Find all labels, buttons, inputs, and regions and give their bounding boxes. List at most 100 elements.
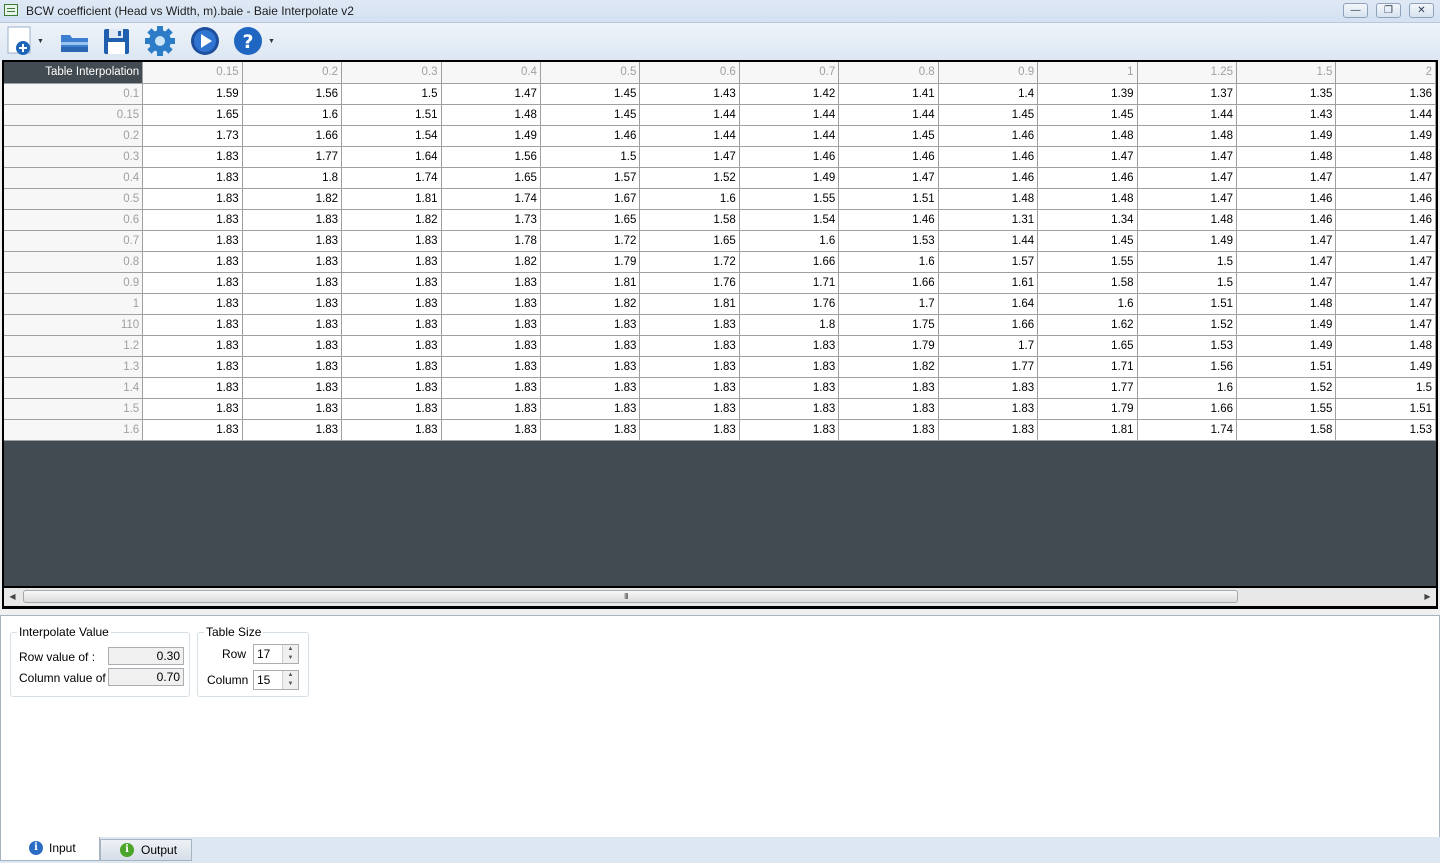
table-cell[interactable]: 1.81 (540, 272, 641, 294)
table-cell[interactable]: 1.62 (1037, 314, 1138, 336)
table-cell[interactable]: 1.49 (441, 125, 541, 147)
table-cell[interactable]: 1.6 (242, 104, 343, 126)
table-cell[interactable]: 1.5 (1137, 272, 1238, 294)
settings-button[interactable] (144, 25, 178, 57)
table-cell[interactable]: 1.83 (142, 398, 243, 420)
table-cell[interactable]: 1.6 (838, 251, 939, 273)
table-cell[interactable]: 1.45 (540, 104, 641, 126)
table-cell[interactable]: 1.77 (1037, 377, 1138, 399)
table-cell[interactable]: 1.83 (242, 398, 343, 420)
table-cell[interactable]: 1.45 (1037, 230, 1138, 252)
table-cell[interactable]: 1.72 (639, 251, 740, 273)
table-cell[interactable]: 1.74 (1137, 419, 1238, 441)
table-cell[interactable]: 1.83 (639, 419, 740, 441)
help-button[interactable]: ? ▼ (232, 25, 275, 57)
table-cell[interactable]: 1.83 (739, 377, 840, 399)
table-cell[interactable]: 1.77 (938, 356, 1039, 378)
row-header[interactable]: 0.15 (4, 104, 144, 126)
table-cell[interactable]: 1.43 (1236, 104, 1337, 126)
table-cell[interactable]: 1.66 (739, 251, 840, 273)
row-value-field[interactable]: 0.30 (108, 647, 184, 665)
table-cell[interactable]: 1.59 (142, 83, 243, 105)
table-cell[interactable]: 1.5 (540, 146, 641, 168)
table-cell[interactable]: 1.79 (838, 335, 939, 357)
table-cell[interactable]: 1.76 (739, 293, 840, 315)
row-header[interactable]: 1.6 (4, 419, 144, 441)
table-cell[interactable]: 1.81 (639, 293, 740, 315)
table-cell[interactable]: 1.83 (142, 230, 243, 252)
table-cell[interactable]: 1.45 (938, 104, 1039, 126)
table-cell[interactable]: 1.83 (938, 377, 1039, 399)
save-button[interactable] (101, 25, 135, 57)
table-cell[interactable]: 1.83 (341, 356, 442, 378)
table-cell[interactable]: 1.46 (1335, 188, 1436, 210)
table-cell[interactable]: 1.44 (739, 104, 840, 126)
table-cell[interactable]: 1.51 (341, 104, 442, 126)
horizontal-scrollbar[interactable]: ◀ III ▶ (4, 588, 1436, 606)
table-cell[interactable]: 1.81 (1037, 419, 1138, 441)
table-corner-header[interactable]: Table Interpolation (4, 62, 144, 84)
table-cell[interactable]: 1.5 (1137, 251, 1238, 273)
table-cell[interactable]: 1.46 (938, 167, 1039, 189)
table-cell[interactable]: 1.6 (1037, 293, 1138, 315)
table-cell[interactable]: 1.52 (639, 167, 740, 189)
table-cell[interactable]: 1.47 (1137, 146, 1238, 168)
table-cell[interactable]: 1.83 (540, 398, 641, 420)
table-cell[interactable]: 1.74 (341, 167, 442, 189)
table-cell[interactable]: 1.54 (341, 125, 442, 147)
row-header[interactable]: 110 (4, 314, 144, 336)
table-cell[interactable]: 1.44 (838, 104, 939, 126)
table-cell[interactable]: 1.83 (540, 419, 641, 441)
table-cell[interactable]: 1.56 (441, 146, 541, 168)
table-cell[interactable]: 1.83 (242, 419, 343, 441)
table-cell[interactable]: 1.47 (1335, 167, 1436, 189)
restore-button[interactable]: ❐ (1376, 3, 1401, 18)
table-cell[interactable]: 1.56 (1137, 356, 1238, 378)
table-cell[interactable]: 1.48 (1335, 146, 1436, 168)
table-cell[interactable]: 1.83 (639, 335, 740, 357)
table-cell[interactable]: 1.83 (142, 167, 243, 189)
table-cell[interactable]: 1.48 (1236, 146, 1337, 168)
table-cell[interactable]: 1.8 (739, 314, 840, 336)
column-header[interactable]: 1.25 (1137, 62, 1238, 84)
table-cell[interactable]: 1.83 (739, 356, 840, 378)
table-cell[interactable]: 1.83 (341, 419, 442, 441)
table-cell[interactable]: 1.44 (1137, 104, 1238, 126)
table-cell[interactable]: 1.83 (142, 146, 243, 168)
scroll-left-arrow[interactable]: ◀ (4, 588, 21, 606)
table-cell[interactable]: 1.83 (242, 293, 343, 315)
table-cell[interactable]: 1.48 (1236, 293, 1337, 315)
column-header[interactable]: 0.5 (540, 62, 641, 84)
table-cell[interactable]: 1.44 (1335, 104, 1436, 126)
table-cell[interactable]: 1.58 (1037, 272, 1138, 294)
table-cell[interactable]: 1.54 (739, 209, 840, 231)
column-decrement-button[interactable]: ▼ (283, 680, 298, 689)
table-cell[interactable]: 1.44 (739, 125, 840, 147)
table-cell[interactable]: 1.46 (838, 146, 939, 168)
table-cell[interactable]: 1.49 (1236, 335, 1337, 357)
table-cell[interactable]: 1.46 (938, 146, 1039, 168)
table-cell[interactable]: 1.83 (838, 398, 939, 420)
table-cell[interactable]: 1.47 (1236, 167, 1337, 189)
table-cell[interactable]: 1.83 (242, 356, 343, 378)
table-cell[interactable]: 1.51 (1335, 398, 1436, 420)
row-header[interactable]: 0.3 (4, 146, 144, 168)
column-count-stepper[interactable]: 15 ▲ ▼ (253, 670, 299, 690)
table-cell[interactable]: 1.65 (142, 104, 243, 126)
run-button[interactable] (189, 25, 223, 57)
table-cell[interactable]: 1.31 (938, 209, 1039, 231)
table-cell[interactable]: 1.5 (341, 83, 442, 105)
table-cell[interactable]: 1.83 (142, 209, 243, 231)
table-cell[interactable]: 1.48 (441, 104, 541, 126)
table-cell[interactable]: 1.65 (441, 167, 541, 189)
row-header[interactable]: 0.5 (4, 188, 144, 210)
table-cell[interactable]: 1.76 (639, 272, 740, 294)
table-cell[interactable]: 1.55 (1236, 398, 1337, 420)
table-cell[interactable]: 1.49 (1236, 125, 1337, 147)
table-cell[interactable]: 1.82 (341, 209, 442, 231)
column-header[interactable]: 0.4 (441, 62, 541, 84)
scroll-thumb[interactable]: III (23, 590, 1238, 603)
table-cell[interactable]: 1.47 (1335, 272, 1436, 294)
table-cell[interactable]: 1.83 (540, 314, 641, 336)
table-cell[interactable]: 1.46 (838, 209, 939, 231)
